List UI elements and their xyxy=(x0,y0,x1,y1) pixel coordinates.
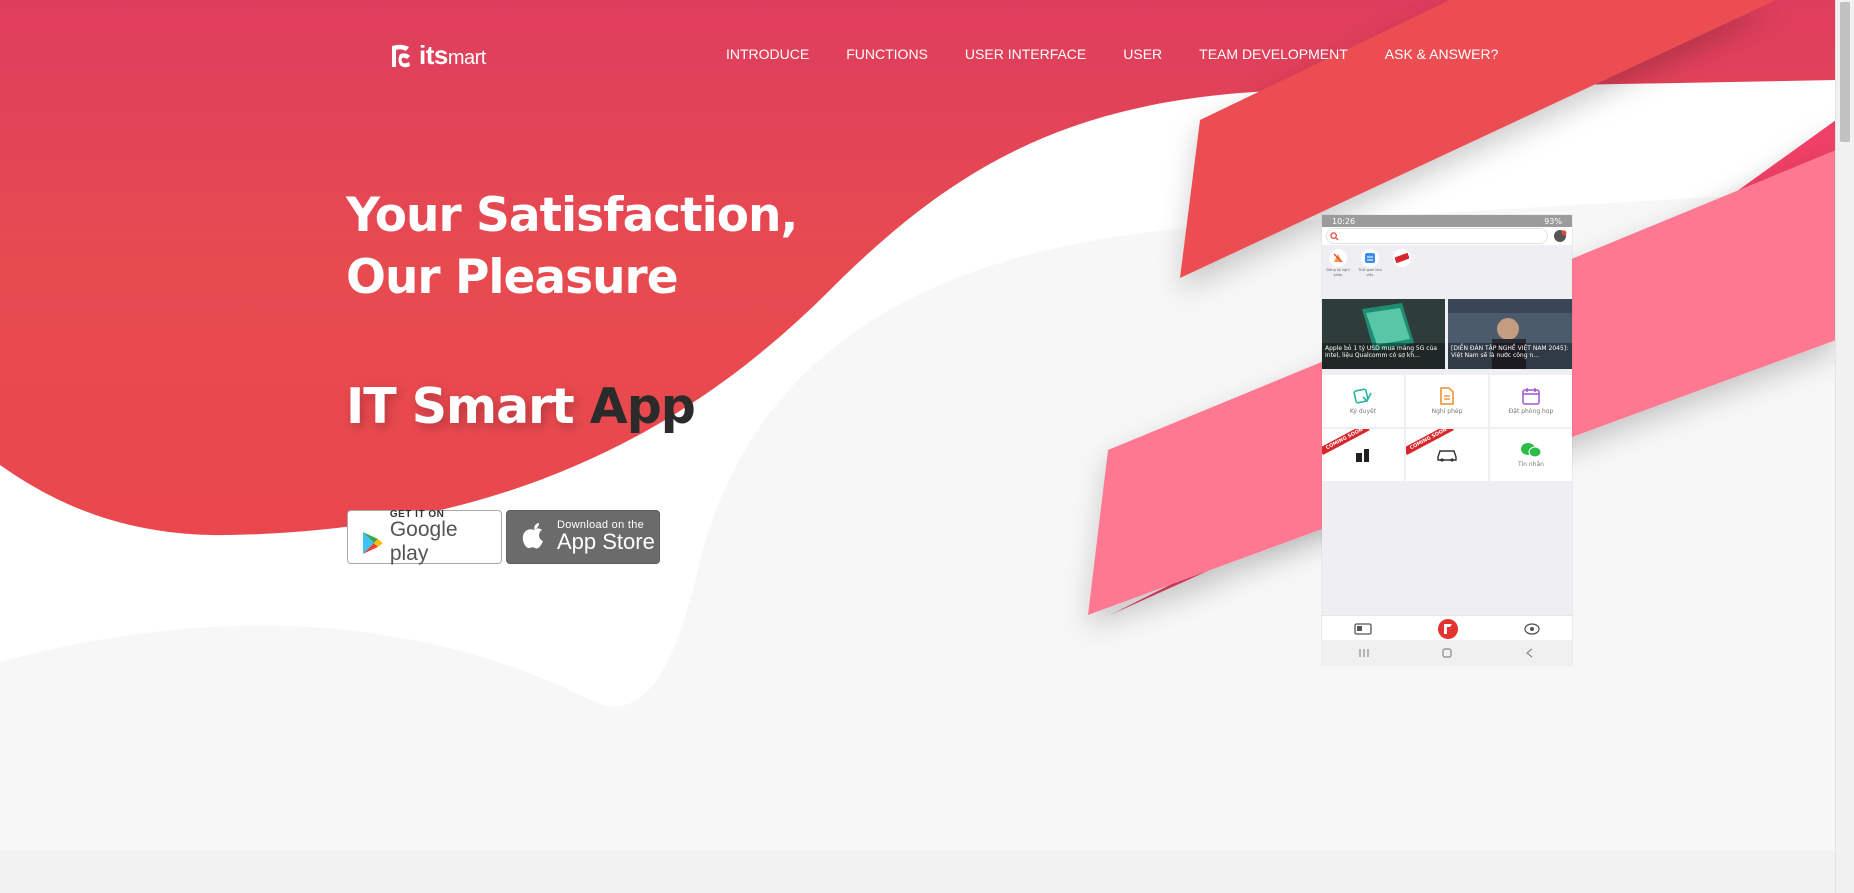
apple-icon xyxy=(522,523,543,549)
leave-document-icon xyxy=(1440,387,1454,405)
phone-tab-bar xyxy=(1322,615,1572,641)
back-icon xyxy=(1526,648,1533,657)
scrollbar-thumb[interactable] xyxy=(1840,2,1850,142)
logo-mart: mart xyxy=(447,47,487,69)
page: itsmart INTRODUCE FUNCTIONS USER INTERFA… xyxy=(0,0,1836,893)
id-card-icon xyxy=(1354,622,1372,635)
phone-grid-label: Ký duyệt xyxy=(1349,408,1377,415)
eye-icon xyxy=(1523,622,1540,635)
page-scrollbar[interactable] xyxy=(1835,0,1854,893)
hero-section: itsmart INTRODUCE FUNCTIONS USER INTERFA… xyxy=(0,0,1836,850)
phone-search-row xyxy=(1322,227,1572,245)
app-store-text: Download on the App Store xyxy=(557,519,655,555)
logo-text: itsmart xyxy=(419,40,486,71)
app-store-button[interactable]: Download on the App Store xyxy=(506,510,660,564)
nav-ask-answer[interactable]: ASK & ANSWER? xyxy=(1385,46,1499,62)
app-store-big: App Store xyxy=(557,529,655,554)
phone-news-carousel: Apple bỏ 1 tỷ USD mua mảng 5G của Intel,… xyxy=(1322,299,1572,369)
phone-search-input xyxy=(1326,228,1548,244)
google-play-text: GET IT ON Google play xyxy=(390,509,501,566)
nav-functions[interactable]: FUNCTIONS xyxy=(846,46,928,62)
itsmart-logo-icon xyxy=(392,44,410,67)
phone-news-card: [DIỄN ĐÀN TẬP NGHỀ VIỆT NAM 2045]: Việt … xyxy=(1448,299,1572,369)
phone-grid-cell: Nghỉ phép xyxy=(1406,375,1488,427)
approval-icon xyxy=(1353,388,1372,404)
leave-request-icon xyxy=(1333,253,1343,263)
phone-screenshot: 10:26 93% Đăng ký nghỉ phép Thời gian là… xyxy=(1322,215,1572,665)
logo[interactable]: itsmart xyxy=(389,40,486,71)
home-button-icon xyxy=(1442,647,1452,658)
phone-feature-grid: Ký duyệt Nghỉ phép Đặt phòng họp COMING … xyxy=(1322,375,1572,481)
phone-quick-actions: Đăng ký nghỉ phép Thời gian làm việc xyxy=(1322,245,1572,289)
google-play-icon xyxy=(362,532,383,554)
phone-quick-item xyxy=(1388,249,1416,267)
phone-grid-cell: COMING SOON xyxy=(1406,429,1488,481)
coming-soon-badge-icon xyxy=(1395,253,1409,263)
phone-news-card: Apple bỏ 1 tỷ USD mua mảng 5G của Intel,… xyxy=(1322,299,1446,369)
google-play-button[interactable]: GET IT ON Google play xyxy=(347,509,502,566)
google-play-big: Google play xyxy=(389,517,458,565)
itsmart-home-icon xyxy=(1437,618,1458,639)
recent-apps-icon xyxy=(1359,648,1369,657)
phone-status-bar: 10:26 93% xyxy=(1322,215,1572,227)
phone-grid-cell: Đặt phòng họp xyxy=(1490,375,1572,427)
user-avatar-icon xyxy=(1554,230,1567,242)
main-nav: INTRODUCE FUNCTIONS USER INTERFACE USER … xyxy=(726,46,1535,62)
app-title-part1: IT Smart xyxy=(346,378,590,435)
phone-quick-label: Đăng ký nghỉ phép xyxy=(1326,268,1350,277)
calendar-icon xyxy=(1522,388,1540,405)
nav-team-development[interactable]: TEAM DEVELOPMENT xyxy=(1199,46,1348,62)
phone-news-caption: [DIỄN ĐÀN TẬP NGHỀ VIỆT NAM 2045]: Việt … xyxy=(1451,345,1569,359)
hero-headline: Your Satisfaction, Our Pleasure xyxy=(346,188,798,305)
phone-system-nav xyxy=(1322,640,1572,665)
app-title-part2: App xyxy=(589,378,696,435)
phone-quick-item: Đăng ký nghỉ phép xyxy=(1324,249,1352,278)
app-title: IT Smart App xyxy=(346,378,696,435)
working-time-icon xyxy=(1365,253,1375,263)
phone-grid-label: Nghỉ phép xyxy=(1431,408,1463,415)
phone-status-time: 10:26 xyxy=(1332,216,1356,226)
drinks-icon xyxy=(1356,449,1369,462)
phone-quick-label: Thời gian làm việc xyxy=(1358,268,1382,277)
nav-user[interactable]: USER xyxy=(1123,46,1162,62)
phone-status-battery: 93% xyxy=(1544,216,1562,226)
logo-its: its xyxy=(419,40,448,70)
phone-news-caption: Apple bỏ 1 tỷ USD mua mảng 5G của Intel,… xyxy=(1325,345,1438,359)
search-icon xyxy=(1330,231,1339,241)
car-icon xyxy=(1437,450,1457,462)
phone-grid-label: Tin nhắn xyxy=(1518,461,1544,468)
phone-grid-cell: COMING SOON xyxy=(1322,429,1404,481)
phone-grid-label: Đặt phòng họp xyxy=(1508,408,1554,415)
chat-icon xyxy=(1521,443,1542,458)
phone-grid-cell: Ký duyệt xyxy=(1322,375,1404,427)
phone-grid-cell: Tin nhắn xyxy=(1490,429,1572,481)
nav-user-interface[interactable]: USER INTERFACE xyxy=(965,46,1086,62)
nav-introduce[interactable]: INTRODUCE xyxy=(726,46,809,62)
phone-quick-item: Thời gian làm việc xyxy=(1356,249,1384,278)
